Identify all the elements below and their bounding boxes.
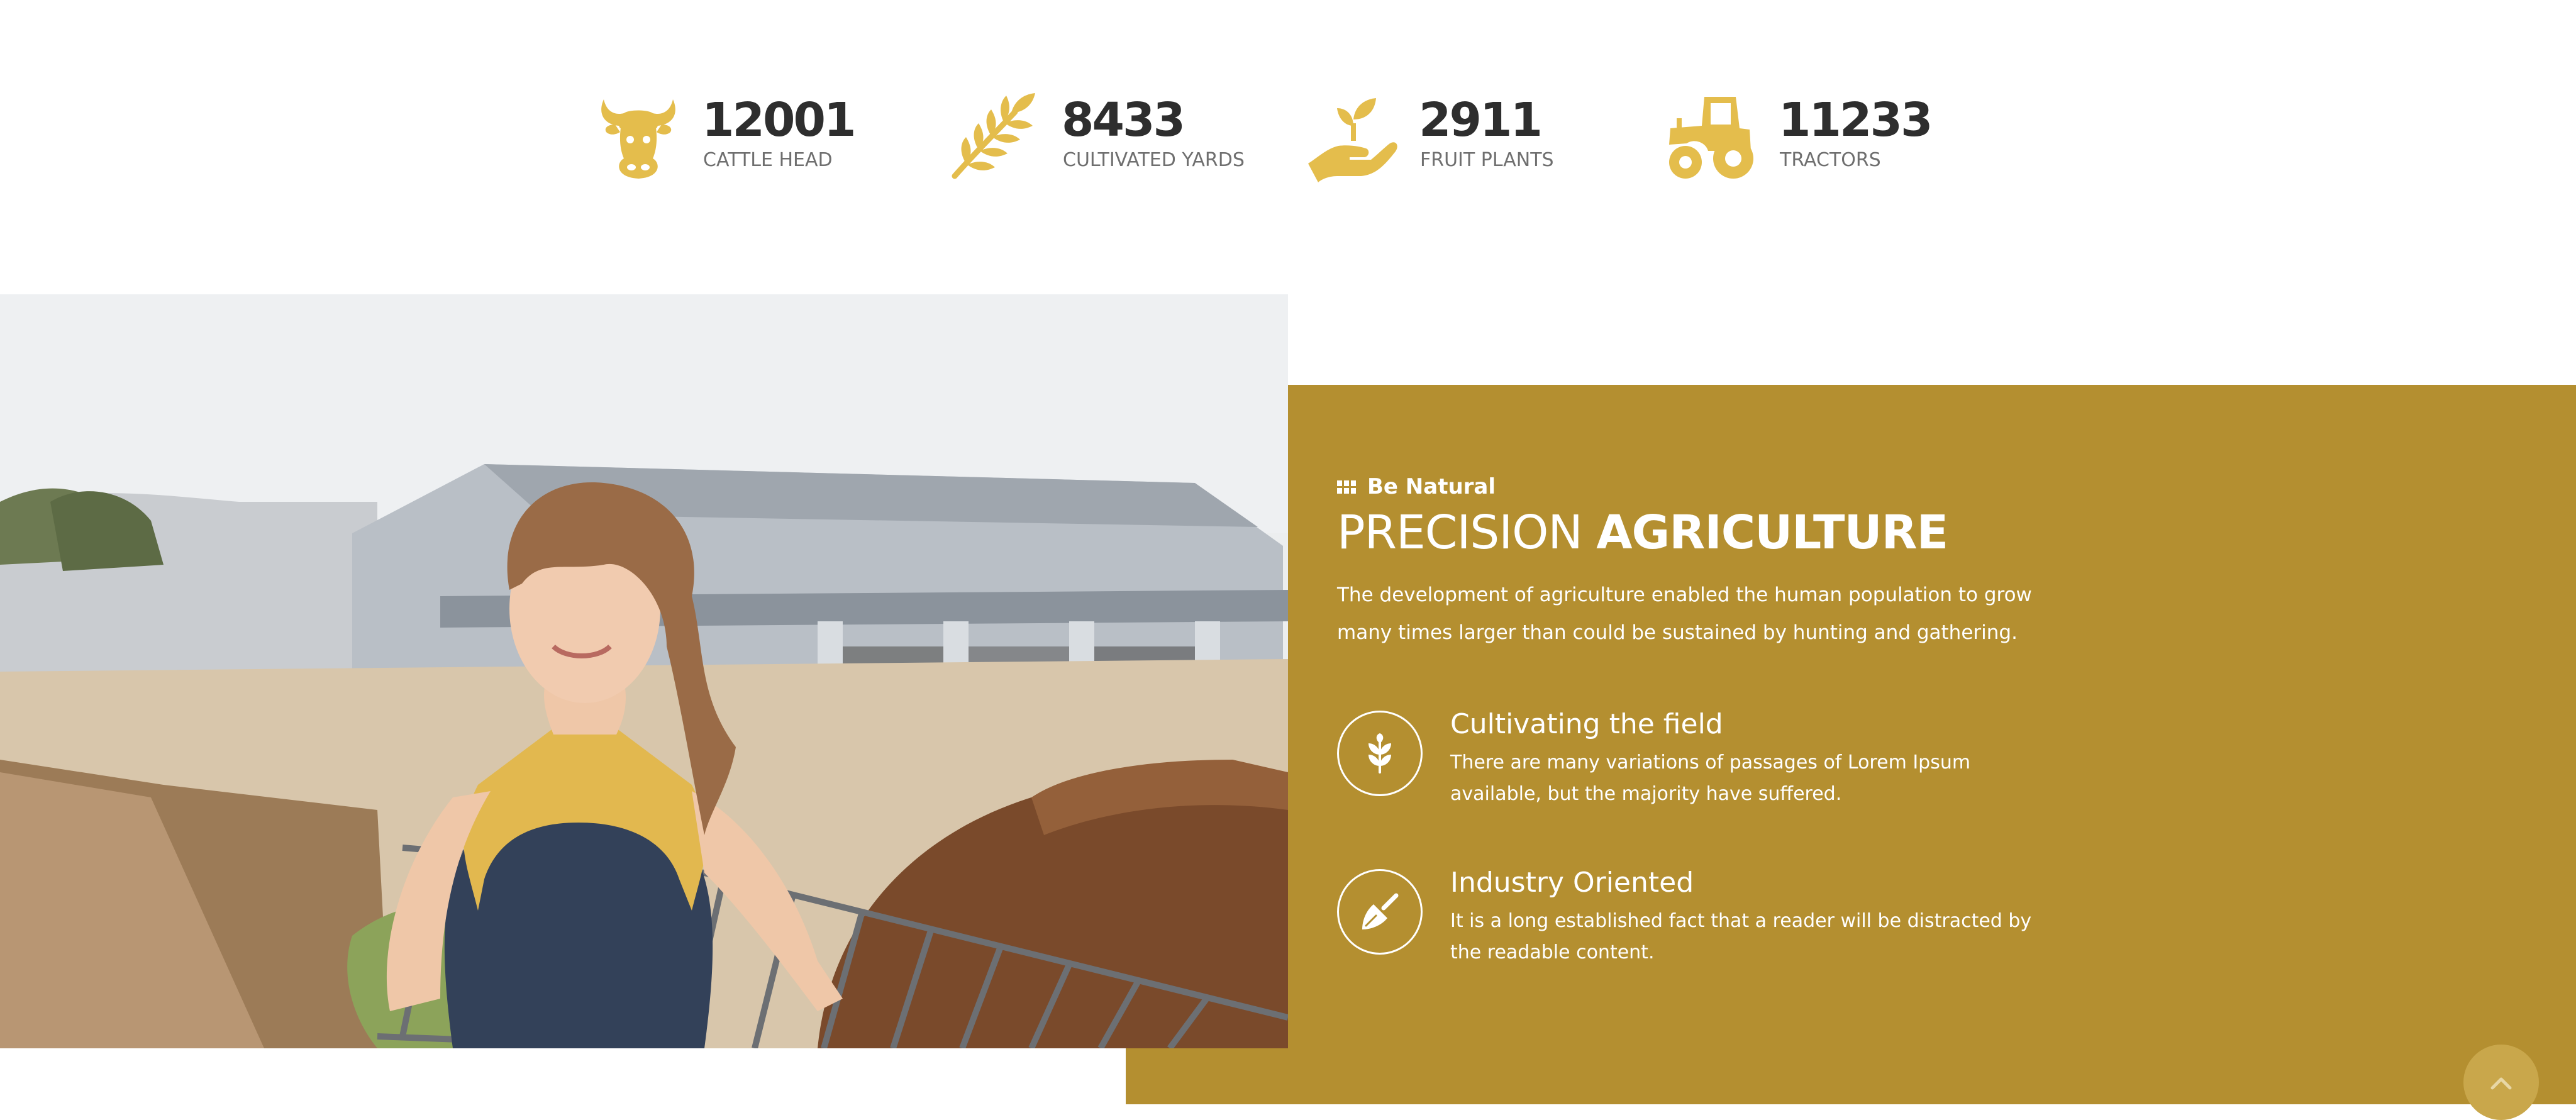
feature-title: Industry Oriented [1450,867,1694,899]
stat-value: 11233 [1779,93,1933,147]
feature-icon-circle [1337,711,1423,796]
cow-head-icon [591,88,686,182]
stat-value: 8433 [1062,93,1185,147]
garden-trowel-icon [1362,893,1399,929]
stat-label: FRUIT PLANTS [1420,149,1554,171]
section-heading: PRECISION AGRICULTURE [1337,509,1948,556]
stat-value: 2911 [1419,93,1543,147]
wheat-icon [946,88,1040,182]
stat-label: TRACTORS [1780,149,1881,171]
farm-photo [0,294,1288,1048]
intro-paragraph: The development of agriculture enabled t… [1337,584,2032,644]
chevron-up-icon [2490,1077,2512,1090]
stat-value: 12001 [702,93,856,147]
stat-label: CATTLE HEAD [703,149,833,171]
heading-light: PRECISION [1337,506,1583,560]
feature-icon-circle [1337,869,1423,955]
scroll-to-top-button[interactable] [2463,1045,2539,1120]
about-panel-extension [1126,1048,1288,1104]
feature-title: Cultivating the field [1450,708,1723,740]
stat-label: CULTIVATED YARDS [1063,149,1245,171]
tractor-icon [1663,88,1757,182]
eyebrow-text: Be Natural [1367,474,1496,499]
wheat-leaf-icon [1368,733,1391,773]
plant-in-hand-icon [1306,88,1400,182]
feature-text: It is a long established fact that a rea… [1450,910,2032,963]
feature-text: There are many variations of passages of… [1450,751,1971,805]
heading-bold: AGRICULTURE [1596,506,1948,560]
grid-icon [1337,480,1356,494]
